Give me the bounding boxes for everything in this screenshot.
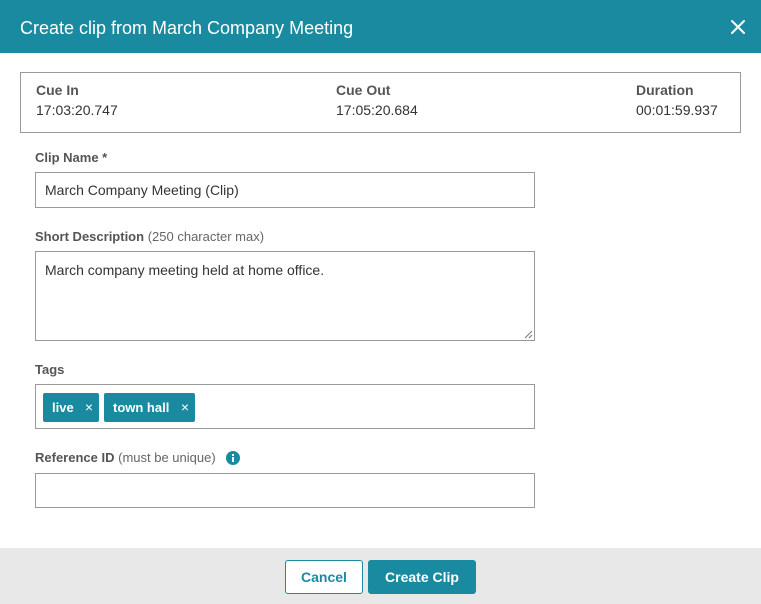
tag-live: live × — [43, 393, 99, 422]
tag-remove-icon[interactable]: × — [181, 393, 189, 422]
description-text: March company meeting held at home offic… — [45, 262, 325, 278]
tags-input[interactable]: live × town hall × — [35, 384, 535, 429]
dialog-title: Create clip from March Company Meeting — [20, 18, 354, 38]
description-textarea[interactable]: March company meeting held at home offic… — [35, 251, 535, 341]
reference-label: Reference ID — [35, 450, 115, 465]
clip-name-input[interactable]: March Company Meeting (Clip) — [35, 172, 535, 208]
description-label: Short Description — [35, 229, 145, 244]
duration: Duration 00:01:59.937 — [636, 82, 718, 119]
cue-in: Cue In 17:03:20.747 — [36, 82, 118, 119]
tag-label: live — [52, 400, 74, 415]
tag-label: town hall — [113, 400, 170, 415]
cue-in-value: 17:03:20.747 — [36, 102, 118, 118]
tags-label: Tags — [35, 362, 65, 377]
close-icon[interactable] — [729, 18, 747, 36]
cue-out-label: Cue Out — [336, 82, 391, 98]
cue-in-label: Cue In — [36, 82, 79, 98]
tag-town-hall: town hall × — [104, 393, 195, 422]
description-hint: (250 character max) — [147, 229, 265, 244]
cue-out-value: 17:05:20.684 — [336, 102, 418, 118]
dialog-footer: Cancel Create Clip — [0, 548, 761, 604]
cue-out: Cue Out 17:05:20.684 — [336, 82, 418, 119]
info-icon[interactable] — [226, 451, 240, 465]
dialog-header: Create clip from March Company Meeting — [0, 0, 761, 53]
reference-id-input[interactable] — [35, 473, 535, 508]
reference-label-row: Reference ID (must be unique) — [35, 450, 216, 466]
resize-grip-icon[interactable] — [524, 330, 533, 339]
tag-remove-icon[interactable]: × — [85, 393, 93, 422]
create-clip-button[interactable]: Create Clip — [368, 560, 476, 594]
description-label-row: Short Description (250 character max) — [35, 229, 264, 245]
clip-name-label: Clip Name * — [35, 150, 108, 165]
cue-summary: Cue In 17:03:20.747 Cue Out 17:05:20.684… — [20, 72, 741, 133]
reference-hint: (must be unique) — [118, 450, 216, 465]
cancel-button[interactable]: Cancel — [285, 560, 363, 594]
duration-label: Duration — [636, 82, 694, 98]
duration-value: 00:01:59.937 — [636, 102, 718, 118]
